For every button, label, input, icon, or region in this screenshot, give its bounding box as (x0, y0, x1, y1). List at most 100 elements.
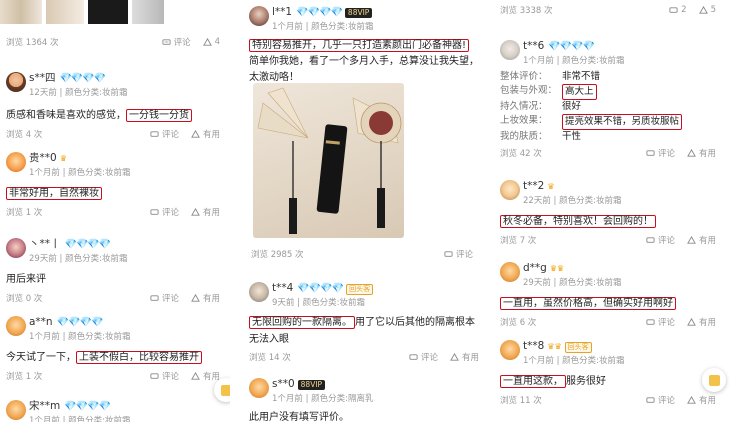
comment-button[interactable]: 评论 (150, 128, 179, 140)
username: a**n (29, 316, 53, 328)
comment-button[interactable]: 2 (669, 5, 687, 15)
comment-icon (409, 353, 418, 360)
vip-badge: 88VIP (344, 8, 373, 18)
floating-action-button[interactable] (702, 368, 726, 392)
review-meta: 29天前 | 颜色分类:妆前霜 (29, 254, 128, 264)
comment-button[interactable]: 评论 (409, 351, 438, 363)
highlighted-text: 一分钱一分货 (126, 109, 192, 122)
comment-button[interactable]: 评论 (646, 147, 675, 159)
review-card: t**6 💎💎💎💎 1个月前 | 颜色分类:妆前霜 整体评价： 非常不错 包装与外观… (494, 34, 730, 159)
level-gems: 💎💎💎💎 (59, 73, 106, 84)
spec-row: 我的肤质： 干性 (500, 131, 582, 142)
spec-row: 持久情况： 很好 (500, 101, 582, 112)
like-button[interactable]: 5 (698, 5, 716, 15)
highlighted-text: 高大上 (562, 84, 597, 100)
username: s**0 (272, 378, 295, 390)
view-count: 浏览 6 次 (500, 318, 537, 328)
comment-button[interactable]: 评论 (150, 206, 179, 218)
level-gems: 💎💎💎💎 (56, 317, 104, 328)
like-icon (687, 235, 696, 244)
review-meta: 12天前 | 颜色分类:妆前霜 (29, 88, 128, 98)
useful-button[interactable]: 有用 (687, 147, 716, 159)
review-text: 一直用，虽然价格高，但确实好用啊好 (500, 294, 716, 313)
review-footer: 浏览 1 次 评论 有用 (6, 206, 220, 218)
comment-button[interactable]: 评论 (444, 248, 473, 260)
avatar (6, 72, 26, 92)
comment-icon (150, 372, 159, 379)
review-meta: 1个月前 | 颜色分类:妆前霜 (523, 56, 625, 66)
repeat-customer-badge: 回头客 (564, 342, 592, 353)
spec-list: 整体评价： 非常不错 包装与外观： 高大上 持久情况： 很好 上妆效果： 提亮效果不错，… (500, 70, 716, 144)
review-card: t**8 ♛♛ 回头客 1个月前 | 颜色分类:妆前霜 一直用这款， 服务很好 浏览 … (494, 334, 730, 406)
review-meta: 1个月前 | 颜色分类:妆前霜 (29, 416, 131, 422)
review-footer: 浏览 2985 次 评论 (251, 248, 473, 260)
review-column-1: 浏览 1364 次 评论 4 s**四 💎💎💎💎 12天前 | 颜色分类:妆前霜 … (0, 0, 230, 422)
username: s**四 (29, 72, 56, 84)
view-count: 浏览 3338 次 (500, 6, 553, 16)
comment-button[interactable]: 评论 (646, 316, 675, 328)
top-thumbnails[interactable] (0, 0, 230, 28)
review-text: 特别容易推开，几乎一只打造素颜出门必备神器! 简单你我她，看了一个多月入手，总算… (249, 39, 479, 83)
review-column-3: 浏览 3338 次 2 5 t**6 💎💎💎💎 1个月前 | 颜色分类:妆前霜 整… (494, 0, 730, 422)
like-button[interactable]: 4 (202, 37, 220, 47)
review-card: l**1 💎💎💎💎 88VIP 1个月前 | 颜色分类:妆前霜 特别容易推开，几乎一… (243, 0, 483, 86)
useful-button[interactable]: 有用 (191, 128, 220, 140)
useful-button[interactable]: 有用 (191, 292, 220, 304)
useful-button[interactable]: 有用 (191, 370, 220, 382)
useful-button[interactable]: 有用 (687, 234, 716, 246)
highlighted-text: 特别容易推开，几乎一只打造素颜出门必备神器! (249, 39, 470, 52)
username: t**6 (523, 40, 545, 52)
highlighted-text: 一直用这款， (500, 375, 566, 388)
level-gems: 💎💎💎💎 (548, 41, 595, 52)
review-text: 今天试了一下， 上装不假白，比较容易推开 (6, 348, 220, 367)
comment-button[interactable]: 评论 (646, 234, 675, 246)
comment-button[interactable]: 评论 (150, 370, 179, 382)
comment-button[interactable]: 评论 (646, 394, 675, 406)
review-footer: 浏览 42 次 评论 有用 (500, 147, 716, 159)
review-text: 一直用这款， 服务很好 (500, 372, 716, 391)
review-meta: 1个月前 | 颜色分类:隔离乳 (272, 394, 374, 404)
view-count: 浏览 42 次 (500, 149, 542, 159)
view-count: 浏览 0 次 (6, 294, 43, 304)
avatar (249, 6, 269, 26)
review-meta: 29天前 | 颜色分类:妆前霜 (523, 278, 622, 288)
highlighted-text: 无限回购的一款隔离。 (249, 316, 355, 329)
review-meta: 22天前 | 颜色分类:妆前霜 (523, 196, 622, 206)
view-count: 浏览 11 次 (500, 396, 542, 406)
highlighted-text: 秋冬必备，特别喜欢！会回购的！ (500, 215, 656, 228)
level-gems: 💎💎💎💎 (297, 283, 344, 294)
comment-button[interactable]: 评论 (162, 36, 191, 48)
like-icon (191, 129, 200, 138)
useful-button[interactable]: 有用 (450, 351, 479, 363)
spec-row: 上妆效果： 提亮效果不错，另质妆服帖 (500, 114, 716, 130)
level-gems: 💎💎💎💎 (64, 239, 112, 250)
review-footer: 浏览 1364 次 评论 4 (6, 36, 220, 48)
useful-button[interactable]: 有用 (687, 316, 716, 328)
view-count: 浏览 4 次 (6, 130, 43, 140)
comment-icon (150, 130, 159, 137)
comment-button[interactable]: 评论 (150, 292, 179, 304)
note-icon (708, 374, 720, 386)
useful-button[interactable]: 有用 (687, 394, 716, 406)
review-footer: 浏览 7 次 评论 有用 (500, 234, 716, 246)
level-gems: 💎💎💎💎 (296, 7, 343, 18)
like-icon (191, 371, 200, 380)
comment-icon (646, 149, 655, 156)
spec-row: 包装与外观： 高大上 (500, 84, 716, 100)
avatar (249, 378, 269, 398)
useful-button[interactable]: 有用 (191, 206, 220, 218)
comment-icon (646, 396, 655, 403)
like-icon (191, 207, 200, 216)
review-photo[interactable] (253, 83, 404, 238)
review-text: 用后来评 (6, 274, 46, 285)
fan-left (257, 87, 309, 139)
avatar (249, 282, 269, 302)
review-text: 此用户没有填写评价。 (249, 412, 349, 422)
view-count: 浏览 14 次 (249, 353, 291, 363)
view-count: 浏览 1364 次 (6, 38, 59, 48)
view-count: 浏览 1 次 (6, 208, 43, 218)
review-meta: 1个月前 | 颜色分类:妆前霜 (29, 332, 131, 342)
review-footer: 浏览 14 次 评论 有用 (249, 351, 479, 363)
review-footer: 浏览 4 次 评论 有用 (6, 128, 220, 140)
review-footer: 浏览 3338 次 2 5 (500, 4, 716, 16)
